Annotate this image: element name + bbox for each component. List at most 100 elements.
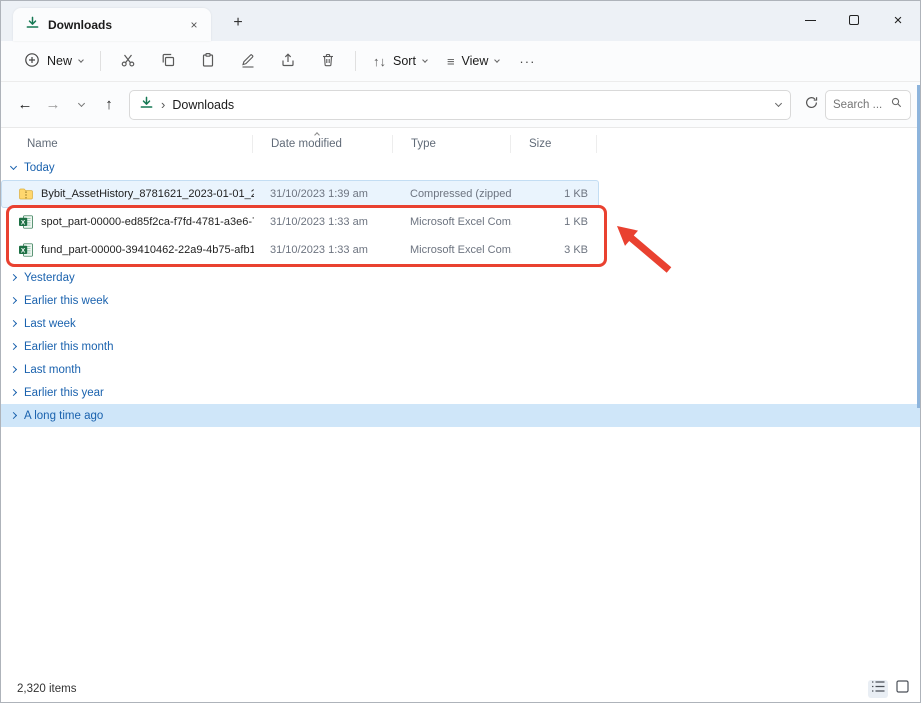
column-header-date-modified[interactable]: Date modified — [253, 135, 393, 153]
paste-button[interactable] — [189, 45, 227, 77]
column-label: Type — [411, 138, 436, 150]
sort-button[interactable]: ↑↓ Sort — [364, 45, 436, 77]
breadcrumb-downloads[interactable]: Downloads — [172, 98, 234, 112]
search-box[interactable] — [825, 90, 911, 120]
cut-button[interactable] — [109, 45, 147, 77]
up-button[interactable]: ↑ — [95, 91, 123, 119]
downloads-icon — [25, 15, 40, 35]
group-label: Yesterday — [24, 272, 75, 284]
titlebar: Downloads × + × — [1, 1, 920, 41]
file-size: 1 KB — [512, 216, 598, 228]
sort-ascending-icon — [314, 132, 320, 138]
maximize-button[interactable] — [832, 1, 876, 39]
more-options-button[interactable]: ··· — [510, 45, 544, 77]
file-name-cell: X spot_part-00000-ed85f2ca-f7fd-4781-a3e… — [2, 214, 254, 230]
new-tab-button[interactable]: + — [225, 10, 251, 36]
file-name: Bybit_AssetHistory_8781621_2023-01-01_20… — [41, 188, 254, 200]
share-icon — [280, 52, 296, 71]
svg-text:X: X — [21, 219, 26, 226]
thumbnail-view-icon — [896, 680, 909, 698]
view-button-label: View — [462, 54, 489, 68]
group-header-earlier-this-year[interactable]: Earlier this year — [1, 381, 920, 404]
details-view-button[interactable] — [868, 680, 888, 698]
column-header-type[interactable]: Type — [393, 135, 511, 153]
column-label: Date modified — [271, 138, 342, 150]
file-row-fund-csv[interactable]: X fund_part-00000-39410462-22a9-4b75-afb… — [1, 236, 599, 264]
ellipsis-icon: ··· — [519, 54, 535, 69]
chevron-down-icon — [495, 57, 501, 63]
chevron-right-icon — [10, 320, 17, 327]
plus-circle-icon — [24, 52, 40, 71]
file-name: fund_part-00000-39410462-22a9-4b75-afb1-… — [41, 244, 254, 256]
group-header-today[interactable]: Today — [1, 156, 920, 180]
copy-button[interactable] — [149, 45, 187, 77]
file-name-cell: X fund_part-00000-39410462-22a9-4b75-afb… — [2, 242, 254, 258]
delete-button[interactable] — [309, 45, 347, 77]
chevron-down-icon — [10, 163, 17, 170]
tab-close-button[interactable]: × — [185, 16, 203, 34]
copy-icon — [160, 52, 176, 71]
group-header-earlier-this-month[interactable]: Earlier this month — [1, 335, 920, 358]
file-type: Microsoft Excel Com... — [394, 244, 512, 256]
address-dropdown-icon[interactable] — [775, 99, 782, 106]
scrollbar-thumb[interactable] — [917, 85, 920, 408]
chevron-right-icon — [10, 366, 17, 373]
rename-button[interactable] — [229, 45, 267, 77]
explorer-tab-downloads[interactable]: Downloads × — [13, 8, 211, 41]
recent-locations-button[interactable] — [67, 91, 95, 119]
minimize-button[interactable] — [788, 1, 832, 39]
window-controls: × — [788, 1, 920, 39]
share-button[interactable] — [269, 45, 307, 77]
chevron-right-icon — [10, 412, 17, 419]
group-label: Today — [24, 162, 55, 174]
close-icon: × — [894, 12, 903, 29]
group-label: Last month — [24, 364, 81, 376]
search-icon — [890, 96, 903, 114]
group-header-a-long-time-ago[interactable]: A long time ago — [1, 404, 920, 427]
column-header-name[interactable]: Name — [1, 135, 253, 153]
group-header-yesterday[interactable]: Yesterday — [1, 266, 920, 289]
group-label: Earlier this month — [24, 341, 113, 353]
breadcrumb-chevron: › — [161, 97, 165, 112]
sort-button-label: Sort — [393, 54, 416, 68]
search-input[interactable] — [833, 99, 890, 111]
file-date: 31/10/2023 1:39 am — [254, 188, 394, 200]
group-label: Earlier this week — [24, 295, 108, 307]
excel-file-icon: X — [18, 214, 34, 230]
refresh-button[interactable] — [797, 91, 825, 119]
details-view-icon — [871, 680, 886, 698]
file-date: 31/10/2023 1:33 am — [254, 244, 394, 256]
item-count: 2,320 items — [17, 683, 76, 695]
new-button[interactable]: New — [15, 45, 92, 77]
chevron-down-icon — [77, 99, 84, 106]
back-button[interactable]: ← — [11, 91, 39, 119]
trash-icon — [320, 52, 336, 71]
group-header-earlier-this-week[interactable]: Earlier this week — [1, 289, 920, 312]
zip-file-icon — [18, 186, 34, 202]
file-explorer-window: Downloads × + × New — [0, 0, 921, 703]
forward-button[interactable]: → — [39, 91, 67, 119]
group-header-last-week[interactable]: Last week — [1, 312, 920, 335]
file-size: 3 KB — [512, 244, 598, 256]
view-button[interactable]: ≡ View — [438, 45, 508, 77]
paste-icon — [200, 52, 216, 71]
command-toolbar: New — [1, 41, 920, 82]
svg-text:X: X — [21, 247, 26, 254]
excel-file-icon: X — [18, 242, 34, 258]
column-label: Size — [529, 138, 551, 150]
downloads-icon — [139, 95, 154, 115]
column-label: Name — [27, 138, 58, 150]
file-type: Microsoft Excel Com... — [394, 216, 512, 228]
close-button[interactable]: × — [876, 1, 920, 39]
file-row-zip[interactable]: Bybit_AssetHistory_8781621_2023-01-01_20… — [1, 180, 599, 208]
tab-title: Downloads — [48, 18, 185, 32]
group-label: A long time ago — [24, 410, 103, 422]
thumbnail-view-button[interactable] — [892, 680, 912, 698]
chevron-right-icon — [10, 389, 17, 396]
column-header-size[interactable]: Size — [511, 135, 597, 153]
maximize-icon — [849, 15, 859, 25]
group-header-last-month[interactable]: Last month — [1, 358, 920, 381]
address-bar[interactable]: › Downloads — [129, 90, 791, 120]
file-row-spot-csv[interactable]: X spot_part-00000-ed85f2ca-f7fd-4781-a3e… — [1, 208, 599, 236]
group-label: Earlier this year — [24, 387, 104, 399]
